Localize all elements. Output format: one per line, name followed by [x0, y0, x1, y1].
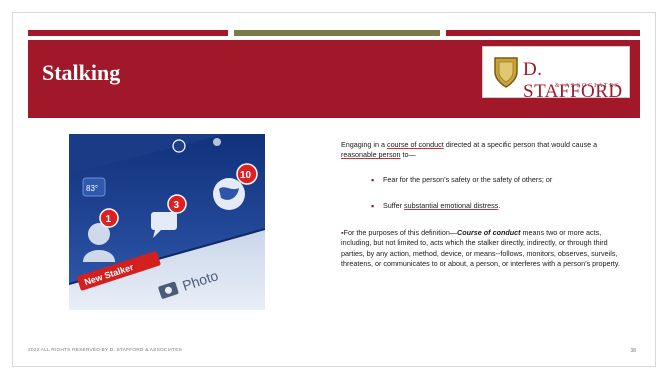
term-substantial-emotional-distress: substantial emotional distress: [404, 201, 499, 211]
accent-bar-red-right: [446, 30, 640, 36]
logo-subtitle: & ASSOCIATES: [555, 83, 621, 89]
intro-text-3: to—: [400, 150, 416, 160]
definition-term: Course of conduct: [457, 227, 521, 237]
logo-name: D. STAFFORD: [523, 59, 623, 102]
bullet-marker: ▪: [371, 201, 375, 212]
bullet-distress-suffix: .: [498, 201, 501, 211]
photo-illustration: 83° 1 3 10 New Stalker Photo: [69, 134, 265, 310]
bullet-fear-text: Fear for the person’s safety or the safe…: [383, 174, 553, 184]
top-accent-bars: [28, 30, 640, 36]
shield-icon: [494, 57, 518, 88]
company-logo: D. STAFFORD & ASSOCIATES: [482, 46, 630, 102]
intro-text-2: directed at a specific person that would…: [443, 140, 598, 149]
notifications-badge: 10: [240, 170, 252, 181]
accent-bar-olive: [234, 30, 440, 36]
slide-content: Engaging in a course of conduct directed…: [341, 140, 631, 270]
term-course-of-conduct: course of conduct: [386, 140, 444, 149]
friends-badge: 1: [106, 214, 112, 225]
intro-text-1: Engaging in a: [341, 140, 387, 149]
definition-paragraph: ▪For the purposes of this definition—Cou…: [341, 228, 631, 270]
messages-badge: 3: [174, 200, 180, 211]
accent-bar-red-left: [28, 30, 228, 36]
title-banner: Stalking D. STAFFORD & ASSOCIATES: [28, 40, 640, 118]
facebook-notifications-photo: 83° 1 3 10 New Stalker Photo: [69, 134, 265, 310]
term-reasonable-person: reasonable person: [341, 150, 401, 160]
definition-prefix: For the purposes of this definition—: [343, 227, 458, 237]
bullet-distress: ▪ Suffer substantial emotional distress.: [341, 201, 631, 211]
bullet-distress-prefix: Suffer: [383, 201, 405, 211]
temperature-label: 83°: [86, 184, 98, 193]
bullet-marker: ▪: [371, 174, 375, 185]
bullet-fear: ▪ Fear for the person’s safety or the sa…: [341, 175, 631, 185]
slide: Stalking D. STAFFORD & ASSOCIATES 83° 1 …: [0, 0, 670, 380]
intro-paragraph: Engaging in a course of conduct directed…: [341, 140, 631, 161]
copyright-footer: 2022 ALL RIGHTS RESERVED BY D. STAFFORD …: [28, 348, 183, 353]
page-number: 38: [630, 348, 636, 354]
slide-title: Stalking: [42, 60, 121, 85]
